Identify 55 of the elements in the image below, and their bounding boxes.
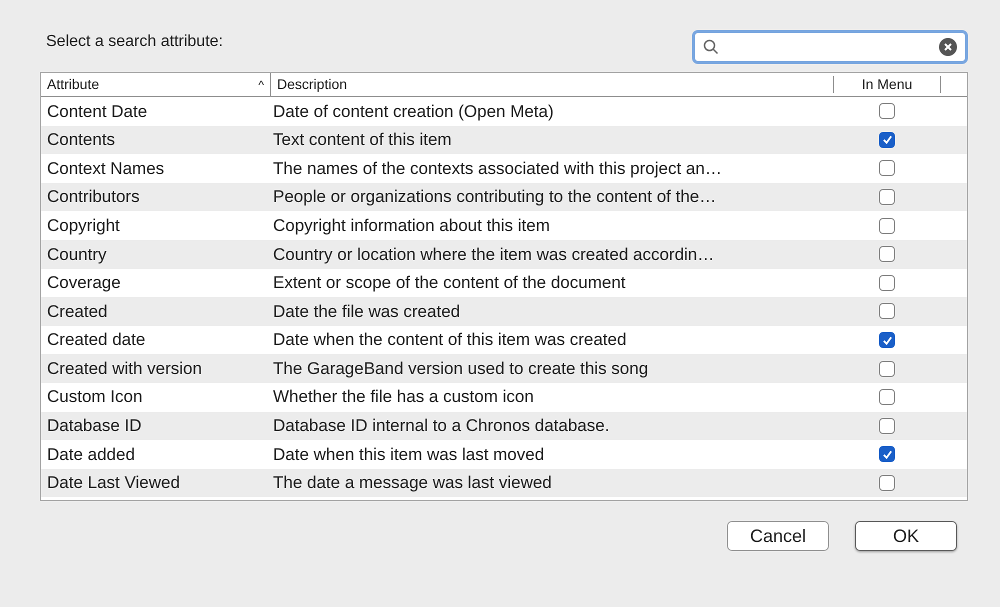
attribute-cell-text: Created [46, 300, 108, 323]
cancel-button[interactable]: Cancel [727, 521, 829, 551]
description-cell-text: The names of the contexts associated with this project an… [272, 158, 723, 180]
column-header[interactable]: Description [271, 73, 833, 96]
attribute-cell-text: Country [46, 244, 108, 266]
description-cell-text: Whether the file has a custom icon [272, 386, 535, 408]
attribute-cell-text: Contents [46, 129, 116, 152]
description-cell-text: Database ID internal to a Chronos database. [272, 415, 610, 438]
search-icon [703, 39, 719, 55]
checkbox[interactable] [879, 303, 895, 320]
checkbox[interactable] [879, 218, 895, 234]
attribute-cell-text: Database ID [46, 415, 142, 438]
checkmark-icon [882, 334, 892, 346]
attribute-cell-text: Created with version [46, 358, 203, 380]
description-cell-text: Date of content creation (Open Meta) [272, 100, 555, 123]
checkbox[interactable] [879, 132, 895, 148]
attribute-cell-text: Contributors [46, 186, 141, 208]
attribute-cell-text: Content Date [46, 100, 148, 123]
column-header[interactable]: Attribute ^ [41, 73, 271, 96]
attribute-cell-text: Coverage [46, 272, 122, 294]
search-field[interactable] [692, 30, 968, 64]
description-cell-text: The date a message was last viewed [272, 472, 553, 494]
checkbox[interactable] [879, 446, 895, 462]
description-cell-text: Country or location where the item was created accordin… [272, 244, 716, 266]
description-cell-text: Date the file was created [272, 300, 462, 323]
checkbox[interactable] [879, 160, 895, 176]
checkbox[interactable] [879, 246, 895, 262]
column-header[interactable]: In Menu [833, 76, 941, 93]
checkbox[interactable] [879, 360, 895, 377]
attribute-cell-text: Date Last Viewed [46, 472, 181, 494]
clear-icon[interactable] [939, 38, 957, 56]
sort-indicator: ^ [258, 76, 264, 94]
attribute-cell-text: Custom Icon [46, 386, 144, 408]
attribute-cell-text: Created date [46, 329, 146, 352]
checkbox[interactable] [879, 189, 895, 206]
description-cell-text: Copyright information about this item [272, 214, 551, 237]
description-cell-text: Date when the content of this item was created [272, 329, 628, 352]
attribute-cell-text: Date added [46, 444, 136, 466]
description-cell-text: People or organizations contributing to the content of the… [272, 186, 718, 208]
checkbox[interactable] [879, 475, 895, 492]
attribute-cell-text: Copyright [46, 214, 121, 237]
description-cell-text: Extent or scope of the content of the document [272, 272, 627, 294]
description-cell-text: Date when this item was last moved [272, 444, 546, 466]
checkbox[interactable] [879, 389, 895, 406]
dialog-prompt: Select a search attribute: [46, 32, 223, 52]
checkmark-icon [882, 134, 892, 146]
checkbox[interactable] [879, 332, 895, 348]
description-cell-text: Text content of this item [272, 129, 453, 152]
checkmark-icon [882, 448, 892, 460]
checkbox[interactable] [879, 274, 895, 291]
description-cell-text: The GarageBand version used to create this song [272, 358, 650, 380]
attribute-cell-text: Context Names [46, 158, 166, 180]
checkbox[interactable] [879, 103, 895, 120]
ok-button[interactable]: OK [855, 521, 957, 551]
checkbox[interactable] [879, 418, 895, 434]
